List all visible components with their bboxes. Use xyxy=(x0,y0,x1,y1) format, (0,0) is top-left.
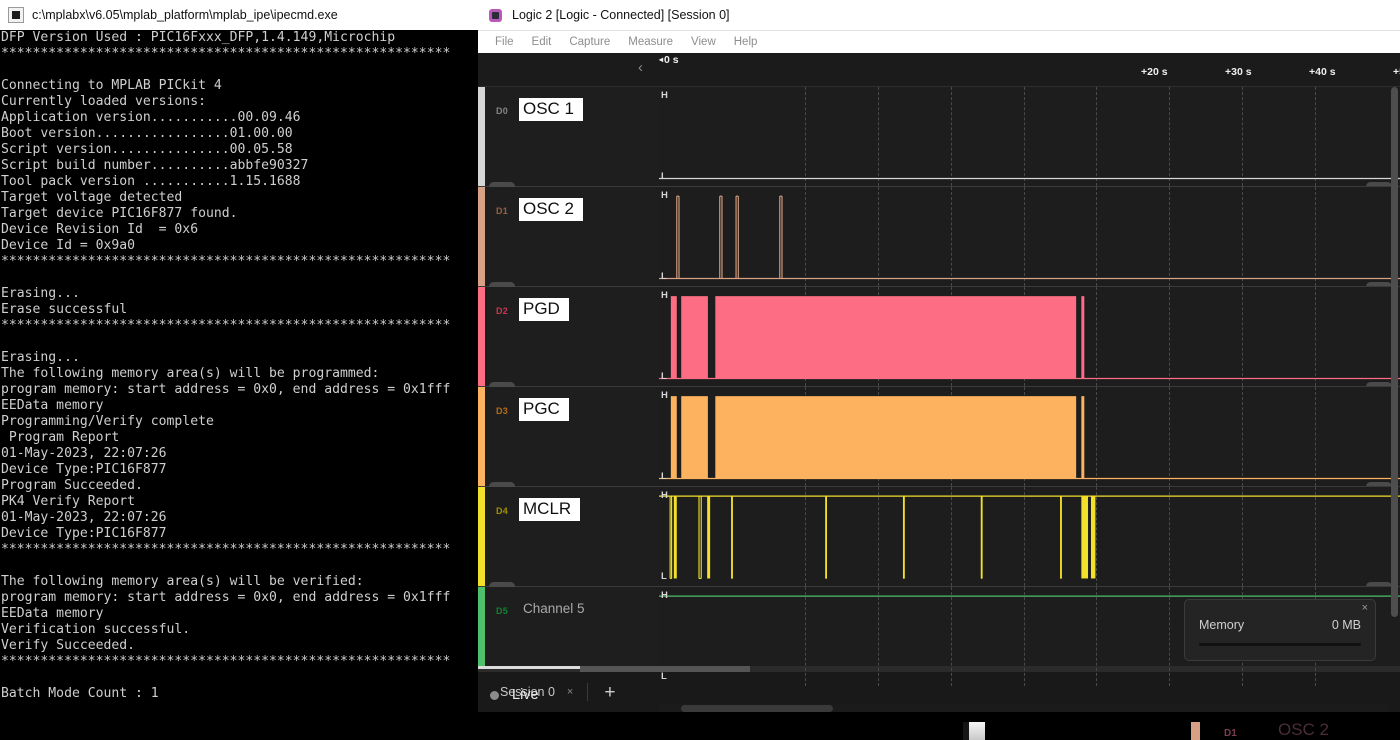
channel-name-input[interactable]: MCLR xyxy=(519,498,580,521)
waveform-trace xyxy=(659,87,1400,186)
peek-channel-colorbar xyxy=(1191,722,1200,740)
low-level-label: L xyxy=(661,271,667,282)
channel-name-input[interactable]: OSC 2 xyxy=(519,198,583,221)
divider xyxy=(587,683,588,701)
close-icon[interactable]: × xyxy=(567,686,573,698)
menu-item-edit[interactable]: Edit xyxy=(523,36,561,48)
channel-index-label: D5 xyxy=(496,606,508,616)
channel-name-input[interactable]: PGC xyxy=(519,398,569,421)
ruler-tick-50: +50 s xyxy=(1393,66,1400,78)
waveform-trace xyxy=(659,287,1400,386)
logic-window-title: Logic 2 [Logic - Connected] [Session 0] xyxy=(512,8,730,22)
close-icon[interactable]: × xyxy=(1362,602,1368,614)
menu-item-view[interactable]: View xyxy=(682,36,725,48)
live-label: Live xyxy=(512,687,539,703)
low-level-label: L xyxy=(661,571,667,582)
channel-header: D2 PGD xyxy=(485,287,659,386)
channel-color-bar xyxy=(478,87,485,186)
low-level-label: L xyxy=(661,671,667,682)
ruler-tick-20: +20 s xyxy=(1141,66,1168,78)
channel-row[interactable]: D4MCLRHL xyxy=(478,487,1400,587)
menu-item-help[interactable]: Help xyxy=(725,36,767,48)
plot-horizontal-scrollbar[interactable] xyxy=(659,704,1388,712)
channel-waveform[interactable]: HL xyxy=(659,187,1400,286)
memory-bar xyxy=(1199,643,1361,646)
low-level-label: L xyxy=(661,371,667,382)
channel-row[interactable]: D3PGCHL xyxy=(478,387,1400,487)
ruler-origin-label: ◂0 s xyxy=(659,54,679,66)
console-icon xyxy=(8,7,24,23)
background-window-peek: D1 OSC 2 xyxy=(0,712,1400,740)
channel-index-label: D3 xyxy=(496,406,508,416)
channel-color-bar xyxy=(478,187,485,286)
peek-logic-strip xyxy=(963,722,1400,740)
channel-row[interactable]: D2PGDHL xyxy=(478,287,1400,387)
menu-item-capture[interactable]: Capture xyxy=(560,36,619,48)
logic-app-icon xyxy=(488,8,503,23)
logic-main-area: ‹ ◂0 s +20 s +30 s +40 s +50 s +60 s +70… xyxy=(478,53,1400,712)
channel-header: D4 MCLR xyxy=(485,487,659,586)
live-status-dot xyxy=(490,691,499,700)
cmd-title: c:\mplabx\v6.05\mplab_platform\mplab_ipe… xyxy=(32,8,338,22)
peek-channel-index: D1 xyxy=(1224,728,1237,739)
high-level-label: H xyxy=(661,390,668,401)
waveform-trace xyxy=(659,487,1400,586)
channel-index-label: D2 xyxy=(496,306,508,316)
logic-titlebar[interactable]: Logic 2 [Logic - Connected] [Session 0] xyxy=(478,0,1400,31)
peek-channel-name: OSC 2 xyxy=(1278,720,1329,740)
channel-index-label: D1 xyxy=(496,206,508,216)
high-level-label: H xyxy=(661,90,668,101)
menu-bar: File Edit Capture Measure View Help xyxy=(478,31,1400,53)
channel-index-label: D4 xyxy=(496,506,508,516)
menu-item-file[interactable]: File xyxy=(486,36,523,48)
low-level-label: L xyxy=(661,471,667,482)
peek-white-block xyxy=(969,722,985,740)
high-level-label: H xyxy=(661,590,668,601)
memory-panel: × Memory 0 MB xyxy=(1184,599,1376,661)
memory-label: Memory xyxy=(1199,618,1244,632)
channel-header: D1 OSC 2 xyxy=(485,187,659,286)
channel-color-bar xyxy=(478,487,485,586)
high-level-label: H xyxy=(661,190,668,201)
channel-row[interactable]: D1OSC 2HL xyxy=(478,187,1400,287)
logic2-window: Logic 2 [Logic - Connected] [Session 0] … xyxy=(478,0,1400,712)
ruler-origin-text: 0 s xyxy=(664,54,679,66)
waveform-trace xyxy=(659,187,1400,286)
channel-index-label: D0 xyxy=(496,106,508,116)
timeline-ruler[interactable]: ‹ ◂0 s +20 s +30 s +40 s +50 s +60 s +70… xyxy=(478,53,1400,87)
channel-name-input[interactable]: Channel 5 xyxy=(523,600,585,618)
screen-root: c:\mplabx\v6.05\mplab_platform\mplab_ipe… xyxy=(0,0,1400,740)
channel-waveform[interactable]: HL xyxy=(659,387,1400,486)
ruler-tick-30: +30 s xyxy=(1225,66,1252,78)
channel-row[interactable]: D0OSC 1HL xyxy=(478,87,1400,187)
waveform-trace xyxy=(659,387,1400,486)
channel-name-input[interactable]: PGD xyxy=(519,298,569,321)
add-session-button[interactable]: + xyxy=(598,683,621,702)
plot-vertical-scrollbar[interactable] xyxy=(1391,87,1398,657)
channel-list: D0OSC 1HLD1OSC 2HLD2PGDHLD3PGCHLD4MCLRHL… xyxy=(478,87,1400,687)
cmd-output: DFP Version Used : PIC16Fxxx_DFP,1.4.149… xyxy=(0,30,478,740)
channel-name-input[interactable]: OSC 1 xyxy=(519,98,583,121)
menu-item-measure[interactable]: Measure xyxy=(619,36,682,48)
scroll-left-icon[interactable]: ‹ xyxy=(638,60,643,75)
cmd-window: c:\mplabx\v6.05\mplab_platform\mplab_ipe… xyxy=(0,0,478,740)
high-level-label: H xyxy=(661,490,668,501)
high-level-label: H xyxy=(661,290,668,301)
channel-waveform[interactable]: HL xyxy=(659,87,1400,186)
peek-cmd-strip xyxy=(0,722,963,740)
channel-color-bar xyxy=(478,287,485,386)
channel-color-bar xyxy=(478,387,485,486)
channel-waveform[interactable]: HL xyxy=(659,287,1400,386)
low-level-label: L xyxy=(661,171,667,182)
memory-value: 0 MB xyxy=(1332,618,1361,632)
live-indicator[interactable]: Live xyxy=(490,687,539,703)
channel-header: D0 OSC 1 xyxy=(485,87,659,186)
ruler-tick-40: +40 s xyxy=(1309,66,1336,78)
channel-header: D3 PGC xyxy=(485,387,659,486)
channel-waveform[interactable]: HL xyxy=(659,487,1400,586)
cmd-titlebar[interactable]: c:\mplabx\v6.05\mplab_platform\mplab_ipe… xyxy=(0,0,478,31)
